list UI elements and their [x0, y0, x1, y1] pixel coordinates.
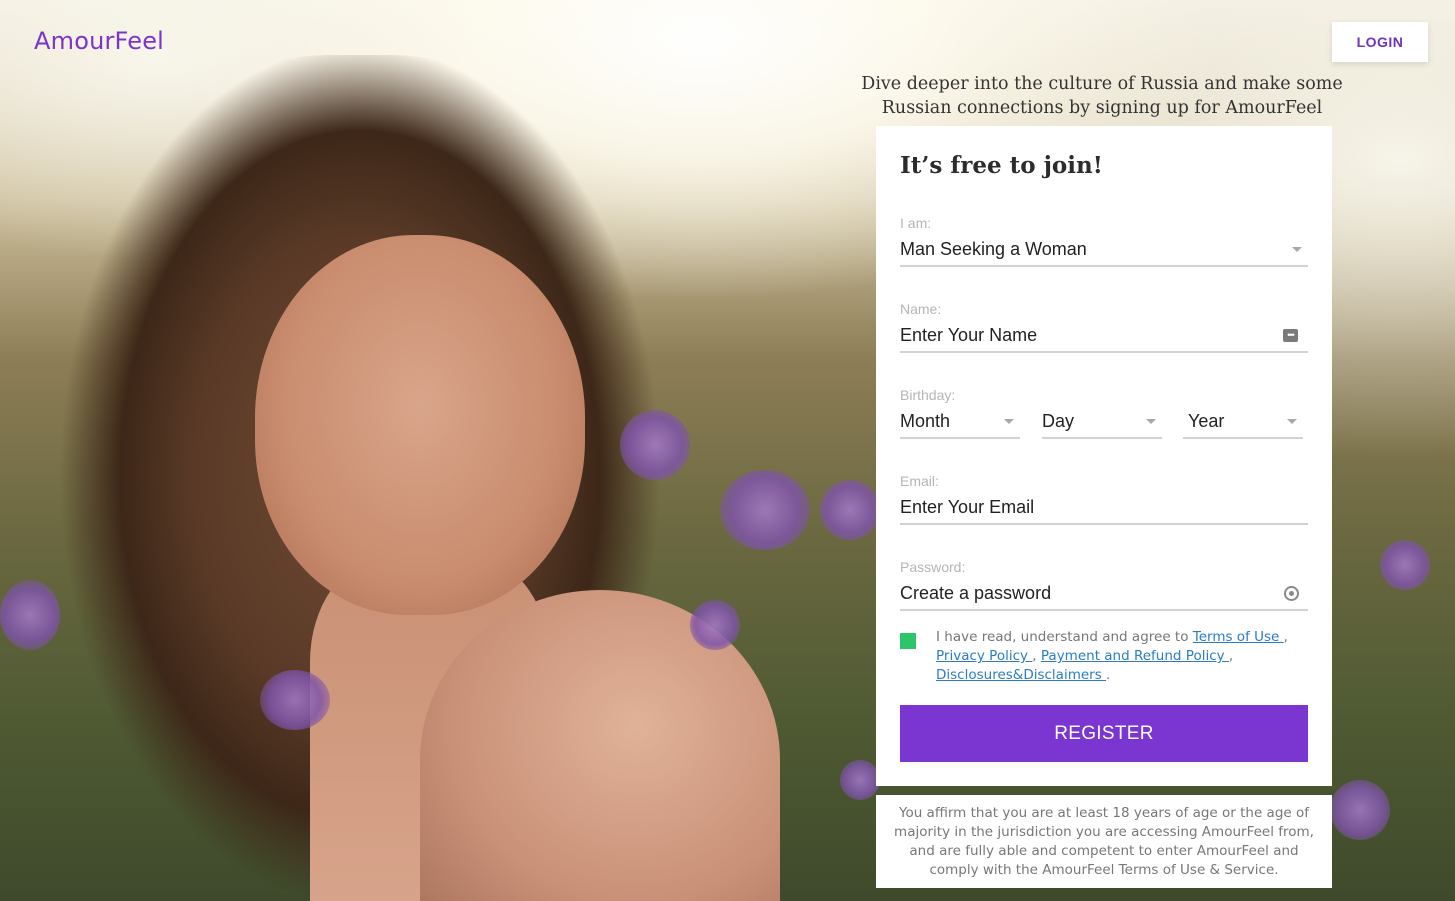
agree-checkbox[interactable] [900, 633, 916, 649]
month-value: Month [900, 410, 951, 431]
chevron-down-icon [1146, 418, 1156, 424]
separator: . [1106, 667, 1111, 683]
birthday-label: Birthday: [900, 387, 956, 403]
email-input[interactable]: Enter Your Email [900, 491, 1308, 525]
chevron-down-icon [1287, 418, 1297, 424]
register-button[interactable]: REGISTER [900, 705, 1308, 762]
form-title: It’s free to join! [900, 152, 1103, 179]
name-label: Name: [900, 301, 942, 317]
tagline: Dive deeper into the culture of Russia a… [861, 74, 1343, 118]
password-input[interactable]: Create a password [900, 577, 1308, 611]
disclosures-disclaimers-link[interactable]: Disclosures&Disclaimers [936, 667, 1106, 683]
separator: , [1032, 648, 1037, 664]
name-placeholder: Enter Your Name [900, 324, 1038, 345]
birthday-month-select[interactable]: Month [900, 405, 1020, 439]
agreement-intro: I have read, understand and agree to [936, 629, 1193, 645]
chevron-down-icon [1292, 246, 1302, 252]
birthday-year-select[interactable]: Year [1183, 405, 1303, 439]
registration-form: It’s free to join! I am: Man Seeking a W… [876, 126, 1332, 786]
password-label: Password: [900, 559, 966, 575]
i-am-select[interactable]: Man Seeking a Woman [900, 233, 1308, 267]
password-key-icon[interactable] [1284, 585, 1299, 601]
day-value: Day [1042, 410, 1075, 431]
separator: , [1283, 629, 1288, 645]
i-am-value: Man Seeking a Woman [900, 238, 1087, 259]
payment-refund-policy-link[interactable]: Payment and Refund Policy [1041, 648, 1229, 664]
photo-face [255, 235, 585, 615]
login-button[interactable]: LOGIN [1332, 22, 1428, 62]
agreement-text: I have read, understand and agree to Ter… [936, 628, 1306, 685]
privacy-policy-link[interactable]: Privacy Policy [936, 648, 1032, 664]
email-placeholder: Enter Your Email [900, 496, 1035, 517]
autofill-icon[interactable]: ••• [1283, 328, 1298, 342]
terms-of-use-link[interactable]: Terms of Use [1193, 629, 1284, 645]
birthday-day-select[interactable]: Day [1042, 405, 1162, 439]
i-am-label: I am: [900, 215, 932, 231]
name-input[interactable]: Enter Your Name ••• [900, 319, 1308, 353]
separator: , [1228, 648, 1234, 664]
logo[interactable]: AmourFeel [34, 27, 164, 55]
year-value: Year [1188, 410, 1225, 431]
chevron-down-icon [1004, 418, 1014, 424]
age-disclaimer: You affirm that you are at least 18 year… [876, 795, 1332, 888]
email-label: Email: [900, 473, 939, 489]
password-placeholder: Create a password [900, 582, 1052, 603]
